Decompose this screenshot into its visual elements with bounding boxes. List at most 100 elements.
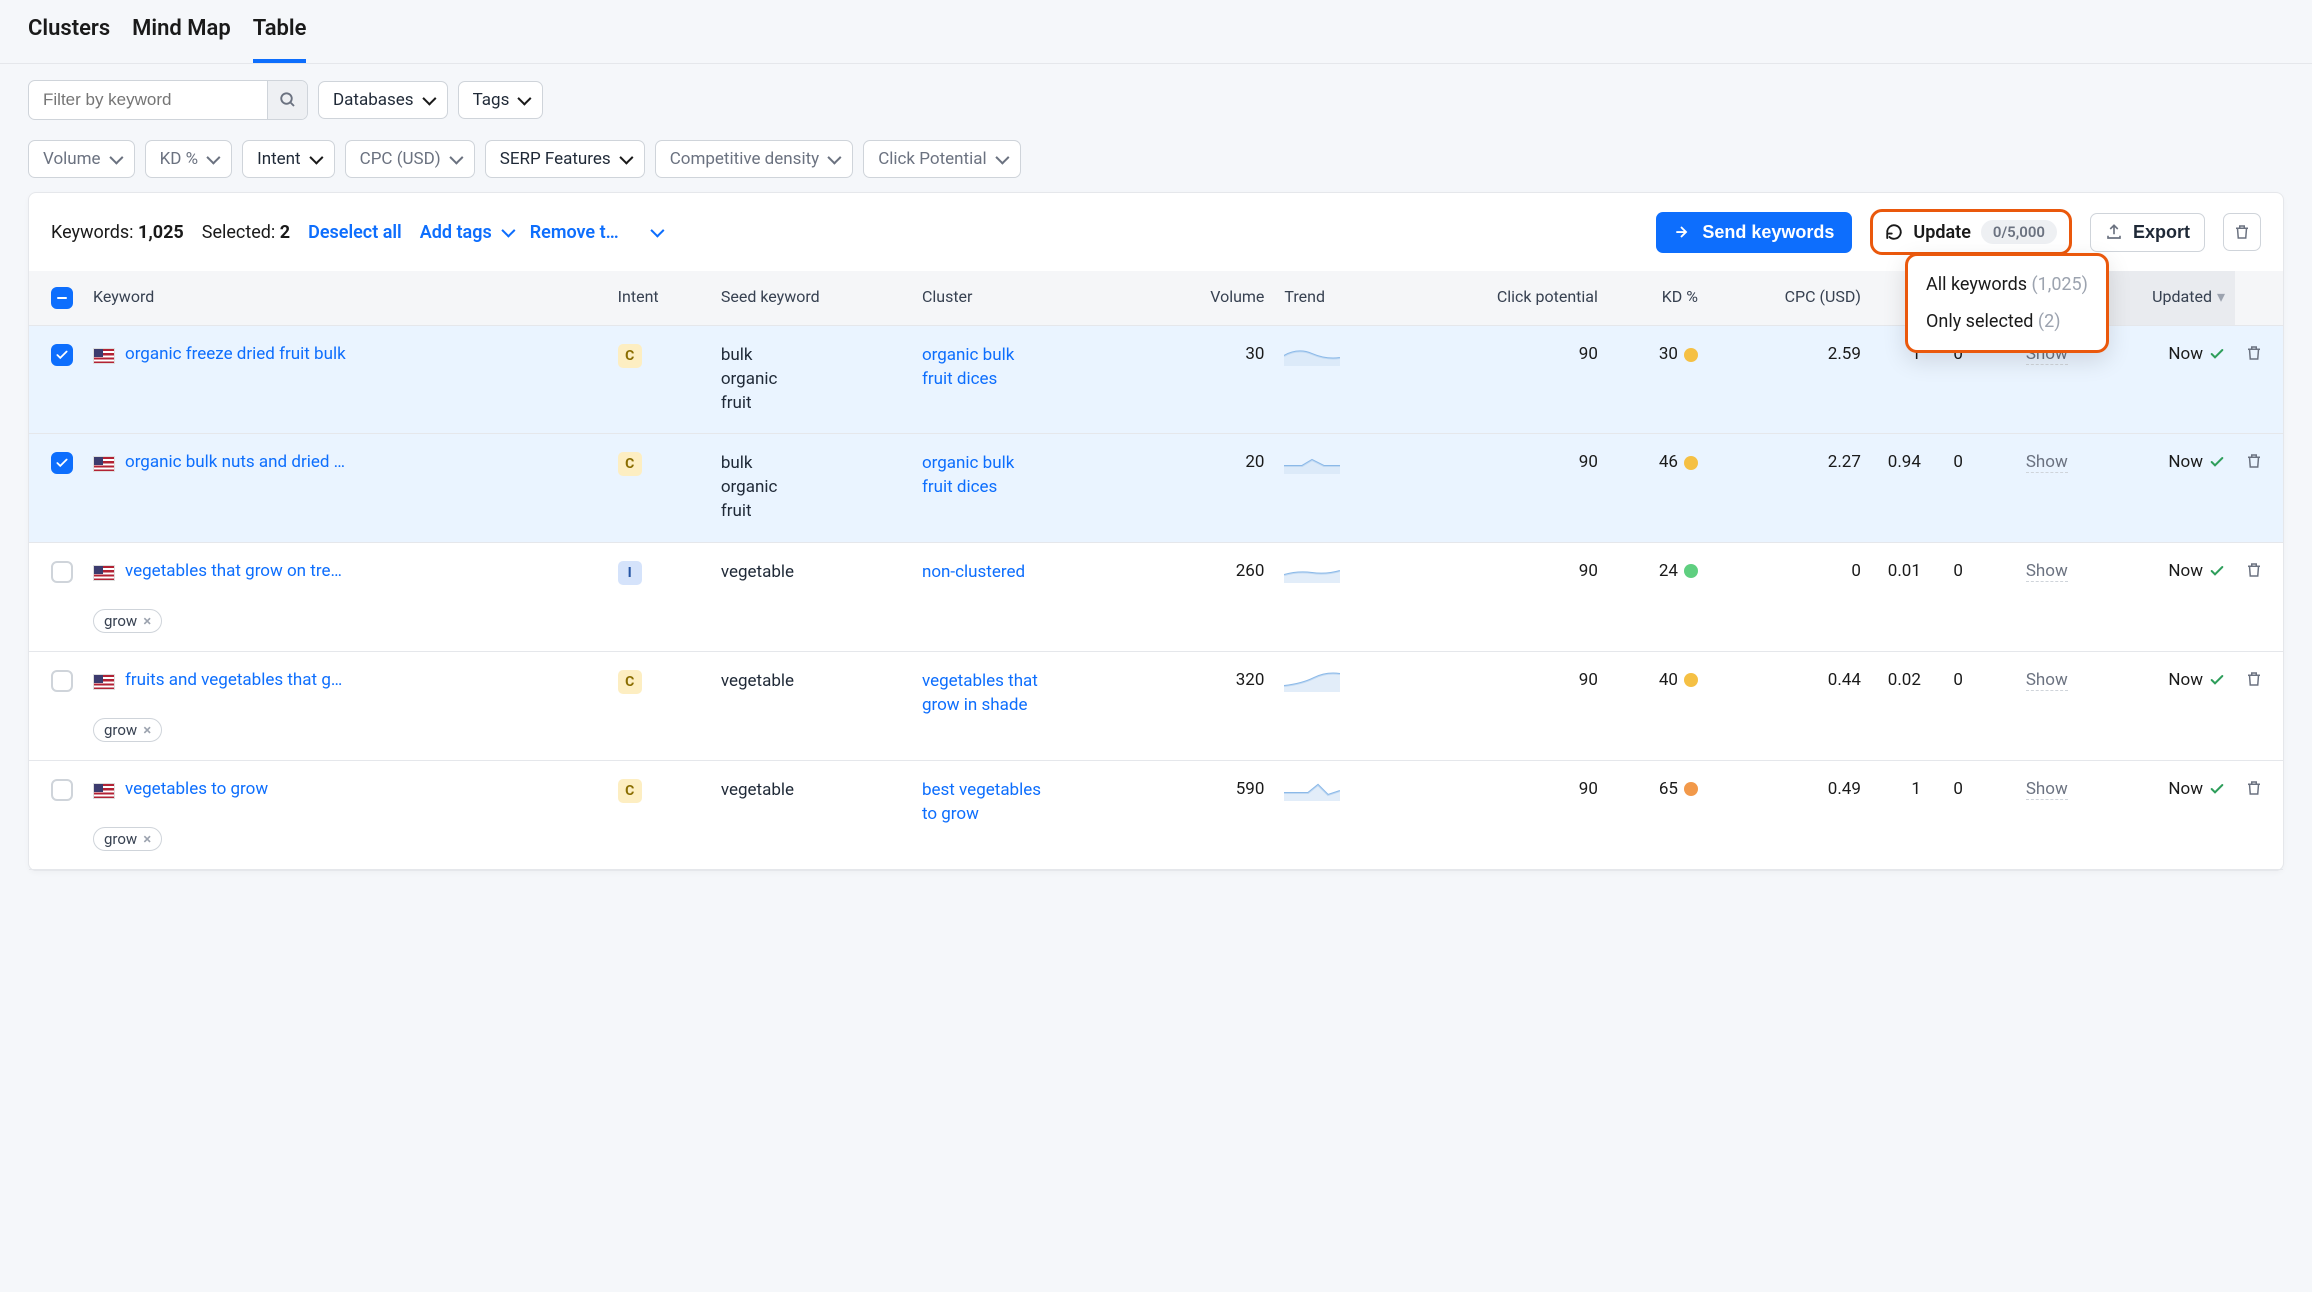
send-keywords-button[interactable]: Send keywords [1656,212,1852,253]
table-row: fruits and vegetables that g… grow× C ve… [29,651,2283,760]
remove-tags-button[interactable]: Remove t… [530,222,661,243]
row-checkbox[interactable] [51,670,73,692]
keyword-link[interactable]: vegetables that grow on tre… [125,561,342,581]
show-serp-link[interactable]: Show [2026,561,2068,582]
filter-competitive-density[interactable]: Competitive density [655,140,853,178]
filter-databases[interactable]: Databases [318,81,448,119]
row-checkbox[interactable] [51,344,73,366]
tab-table[interactable]: Table [253,16,307,63]
tag-chip[interactable]: grow× [93,609,162,633]
chevron-down-icon [995,151,1009,165]
chevron-down-icon [206,151,220,165]
trash-icon[interactable] [2245,670,2263,688]
remove-tag-icon[interactable]: × [143,830,151,848]
density-value: 0.02 [1871,651,1931,760]
cluster-link[interactable]: organic bulk fruit dices [922,344,1042,392]
search-button[interactable] [267,81,307,119]
cpc-value: 2.59 [1708,326,1871,434]
table-row: vegetables to grow grow× C vegetable bes… [29,760,2283,869]
col-cluster[interactable]: Cluster [912,271,1149,326]
chevron-down-icon [501,224,515,238]
click-potential-value: 90 [1403,760,1608,869]
col-intent[interactable]: Intent [608,271,711,326]
table-row: organic bulk nuts and dried … C bulk org… [29,434,2283,542]
search-input[interactable] [29,81,267,119]
col-seed-keyword[interactable]: Seed keyword [711,271,912,326]
select-all-checkbox[interactable] [51,287,73,309]
delete-button[interactable] [2223,213,2261,251]
chevron-down-icon [109,151,123,165]
chevron-down-icon [828,151,842,165]
show-serp-link[interactable]: Show [2026,779,2068,800]
tag-chip[interactable]: grow× [93,718,162,742]
filter-intent[interactable]: Intent [242,140,335,178]
volume-value: 320 [1149,651,1275,760]
arrow-forward-icon [1674,223,1692,241]
filter-volume[interactable]: Volume [28,140,135,178]
check-icon [2209,346,2225,362]
remove-tag-icon[interactable]: × [143,721,151,739]
kd-difficulty-dot [1684,782,1698,796]
col-click-potential[interactable]: Click potential [1403,271,1608,326]
sort-desc-icon: ▾ [2217,287,2225,306]
show-serp-link[interactable]: Show [2026,670,2068,691]
deselect-all-button[interactable]: Deselect all [308,222,402,243]
tag-chip[interactable]: grow× [93,827,162,851]
kd-difficulty-dot [1684,348,1698,362]
row-checkbox[interactable] [51,779,73,801]
update-only-selected[interactable]: Only selected (2) [1908,303,2106,340]
kd-value: 24 [1608,542,1708,651]
cpc-value: 2.27 [1708,434,1871,542]
cluster-link[interactable]: organic bulk fruit dices [922,452,1042,500]
trash-icon [2233,223,2251,241]
filter-tags[interactable]: Tags [458,81,544,119]
trash-icon[interactable] [2245,561,2263,579]
tab-clusters[interactable]: Clusters [28,16,110,63]
add-tags-button[interactable]: Add tags [420,222,512,243]
kd-value: 46 [1608,434,1708,542]
row-checkbox[interactable] [51,452,73,474]
keyword-link[interactable]: organic bulk nuts and dried … [125,452,345,472]
col-trend[interactable]: Trend [1274,271,1403,326]
filter-kd[interactable]: KD % [145,140,233,178]
export-button[interactable]: Export [2090,213,2205,252]
flag-us-icon [93,348,115,364]
keywords-card: Keywords: 1,025 Selected: 2 Deselect all… [28,192,2284,871]
seed-keyword: vegetable [721,779,811,803]
volume-value: 20 [1149,434,1275,542]
volume-value: 30 [1149,326,1275,434]
show-serp-link[interactable]: Show [2026,452,2068,473]
col-cpc[interactable]: CPC (USD) [1708,271,1871,326]
chevron-down-icon [619,151,633,165]
tab-mindmap[interactable]: Mind Map [132,16,231,63]
trash-icon[interactable] [2245,779,2263,797]
trash-icon[interactable] [2245,344,2263,362]
cluster-link[interactable]: best vegetables to grow [922,779,1042,827]
remove-tag-icon[interactable]: × [143,612,151,630]
filter-serp-features[interactable]: SERP Features [485,140,645,178]
trash-icon[interactable] [2245,452,2263,470]
cpc-value: 0.49 [1708,760,1871,869]
chevron-down-icon [650,224,664,238]
trend-sparkline [1284,452,1340,474]
col-kd[interactable]: KD % [1608,271,1708,326]
chevron-down-icon [449,151,463,165]
cluster-link[interactable]: non-clustered [922,561,1025,585]
keyword-link[interactable]: vegetables to grow [125,779,268,799]
cluster-link[interactable]: vegetables that grow in shade [922,670,1042,718]
update-all-keywords[interactable]: All keywords (1,025) [1908,266,2106,303]
click-potential-value: 90 [1403,434,1608,542]
click-potential-value: 90 [1403,326,1608,434]
filter-click-potential[interactable]: Click Potential [863,140,1020,178]
keywords-count: Keywords: 1,025 [51,222,184,243]
col-volume[interactable]: Volume [1149,271,1275,326]
row-checkbox[interactable] [51,561,73,583]
keyword-link[interactable]: organic freeze dried fruit bulk [125,344,346,364]
update-button[interactable]: Update 0/5,000 [1870,209,2072,255]
keyword-link[interactable]: fruits and vegetables that g… [125,670,342,690]
updated-value: Now [2168,779,2225,799]
click-potential-value: 90 [1403,542,1608,651]
filter-cpc[interactable]: CPC (USD) [345,140,475,178]
col-keyword[interactable]: Keyword [83,271,608,326]
check-icon [2209,781,2225,797]
